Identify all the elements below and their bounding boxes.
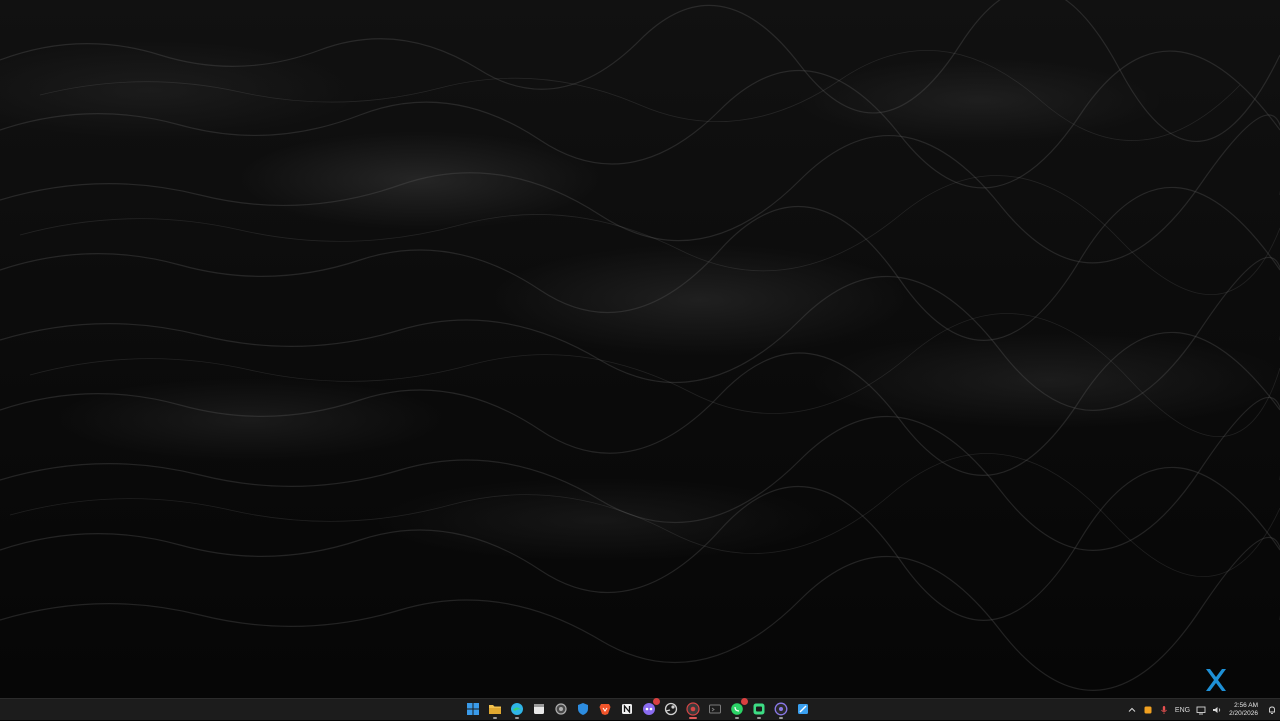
start-button[interactable] (464, 700, 482, 718)
x-icon[interactable] (1202, 666, 1230, 694)
taskbar-apps (464, 698, 812, 719)
calendar-icon (534, 704, 544, 714)
taskbar-settings[interactable] (552, 700, 570, 718)
notification-bell-icon (1269, 706, 1275, 714)
microphone-button[interactable] (1156, 699, 1172, 721)
tray-app-icon-glyph (1144, 706, 1152, 714)
clock[interactable]: 2:56 AM 2/20/2026 (1225, 702, 1264, 718)
edge-icon (511, 703, 523, 715)
taskbar-file-explorer[interactable] (486, 700, 504, 719)
android-icon (753, 703, 765, 715)
taskbar-snipping-tool[interactable] (794, 700, 812, 718)
notion-icon (622, 704, 632, 714)
taskbar-brave[interactable] (596, 700, 614, 718)
network-icon (1196, 706, 1206, 715)
obs-icon (774, 702, 788, 716)
taskbar-obs[interactable] (772, 700, 790, 719)
gear-icon (555, 703, 567, 715)
windows-logo-icon (467, 703, 479, 715)
taskbar-edge[interactable] (508, 700, 526, 719)
wave-texture (0, 0, 1280, 691)
speaker-icon (1213, 707, 1221, 713)
brave-lion-icon (599, 704, 611, 715)
notification-badge (653, 698, 660, 705)
terminal-icon (709, 704, 721, 714)
network-button[interactable] (1193, 699, 1209, 721)
chrome-icon (686, 702, 700, 716)
taskbar-notion[interactable] (618, 700, 636, 718)
volume-button[interactable] (1209, 699, 1225, 721)
microphone-icon (1161, 706, 1167, 714)
taskbar-calendar[interactable] (530, 700, 548, 718)
notification-badge (741, 698, 748, 705)
clock-date: 2/20/2026 (1229, 710, 1258, 717)
tray-app-icon[interactable] (1140, 699, 1156, 721)
snip-icon (798, 704, 808, 714)
taskbar-android-studio[interactable] (750, 700, 768, 719)
desktop-wallpaper (0, 0, 1280, 698)
steam-icon (664, 702, 678, 716)
taskbar-whatsapp[interactable] (728, 698, 748, 719)
chevron-up-icon (1128, 707, 1136, 712)
clock-time: 2:56 AM (1234, 702, 1258, 709)
shield-icon (578, 703, 588, 715)
taskbar-chrome[interactable] (684, 700, 702, 719)
taskbar-steam[interactable] (662, 700, 680, 718)
show-hidden-icons-button[interactable] (1124, 699, 1140, 721)
folder-icon (489, 705, 501, 714)
system-tray: ENG 2:56 AM 2/20/2026 (1124, 699, 1280, 721)
language-indicator[interactable]: ENG (1172, 699, 1193, 721)
taskbar-defender[interactable] (574, 700, 592, 718)
taskbar: ENG 2:56 AM 2/20/2026 (0, 698, 1280, 720)
notifications-button[interactable] (1264, 699, 1280, 721)
taskbar-copilot[interactable] (640, 698, 660, 718)
language-label: ENG (1174, 706, 1191, 714)
taskbar-terminal[interactable] (706, 700, 724, 718)
